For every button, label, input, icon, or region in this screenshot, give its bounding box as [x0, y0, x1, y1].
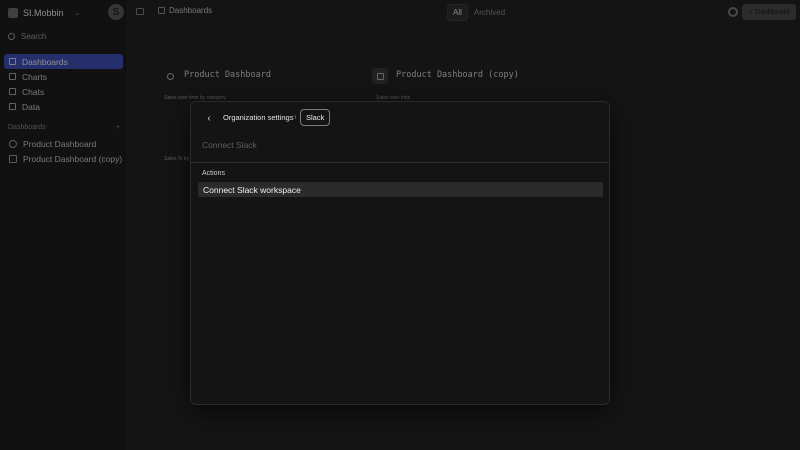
back-chevron-icon[interactable]: ‹	[203, 112, 215, 124]
divider	[191, 162, 609, 163]
command-dialog: ‹ Organization settings › Slack Actions …	[190, 101, 610, 405]
option-connect-slack-workspace[interactable]: Connect Slack workspace	[198, 182, 603, 197]
breadcrumb-organization-settings[interactable]: Organization settings	[223, 113, 293, 122]
group-label: Actions	[202, 170, 225, 177]
option-label: Connect Slack workspace	[203, 184, 301, 195]
breadcrumb-slack[interactable]: Slack	[300, 109, 331, 126]
breadcrumb-separator-icon: ›	[294, 112, 297, 121]
dialog-header: ‹ Organization settings › Slack	[191, 102, 609, 134]
command-search-input[interactable]	[202, 138, 598, 152]
